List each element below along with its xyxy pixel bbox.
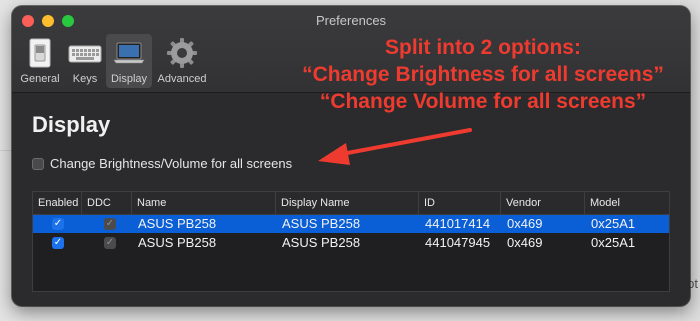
annotation-arrow-icon bbox=[318, 128, 472, 165]
